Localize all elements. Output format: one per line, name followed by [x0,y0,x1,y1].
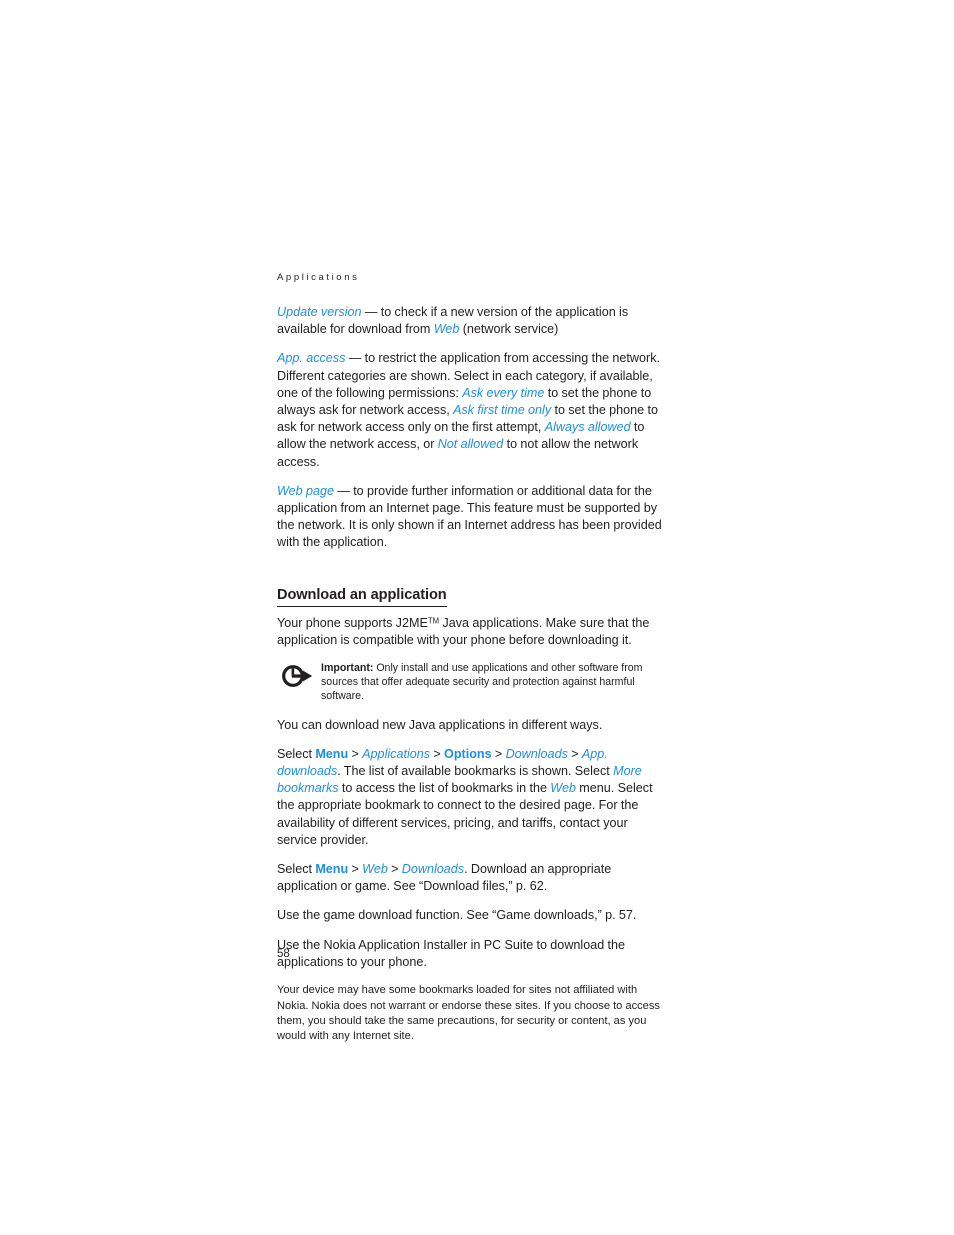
dash: — [333,483,354,498]
trademark-symbol: TM [427,616,440,626]
paragraph-download-ways: You can download new Java applications i… [277,717,603,732]
term-app-access: App. access [277,351,346,366]
menu-item-downloads: Downloads [505,746,568,761]
paragraph-web-page: Web page — to provide further informatio… [277,483,667,552]
document-page: Applications Update version — to check i… [0,0,954,1235]
option-always-allowed: Always allowed [544,420,631,435]
separator: > [491,746,506,761]
term-update-version: Update version [277,305,362,319]
menu-item-web: Web [362,862,388,877]
text: to access the list of bookmarks in the [338,781,551,796]
paragraph-update-version: Update version — to check if a new versi… [277,304,667,338]
paragraph-j2me-support: Your phone supports J2METM Java applicat… [277,615,667,649]
text: (network service) [459,322,559,337]
important-note: Important: Only install and use applicat… [277,661,667,704]
menu-item-menu: Menu [315,746,349,761]
option-ask-first-time-only: Ask first time only [453,403,552,418]
paragraph-bookmark-disclaimer: Your device may have some bookmarks load… [277,984,660,1043]
term-web-page: Web page [277,483,334,498]
option-not-allowed: Not allowed [437,437,504,452]
text: Your phone supports J2ME [277,615,428,630]
option-ask-every-time: Ask every time [462,385,545,400]
menu-item-options: Options [444,746,492,761]
text: . The list of available bookmarks is sho… [337,764,614,779]
separator: > [387,862,402,877]
running-header: Applications [277,272,360,283]
separator: > [348,746,363,761]
dash: — [361,305,381,319]
paragraph-select-web-path: Select Menu > Web > Downloads. Download … [277,861,667,895]
text: Select [277,746,316,761]
section-heading-wrapper: Download an application [277,564,667,615]
term-web: Web [433,322,460,337]
paragraph-select-applications-path: Select Menu > Applications > Options > D… [277,746,667,849]
important-note-label: Important: [321,662,374,675]
page-number: 58 [277,948,290,960]
separator: > [430,746,445,761]
important-note-icon [281,664,313,688]
menu-item-applications: Applications [362,746,431,761]
section-heading-download-an-application: Download an application [277,586,447,607]
important-note-text: Important: Only install and use applicat… [321,661,667,704]
paragraph-pc-suite: Use the Nokia Application Installer in P… [277,937,626,969]
text: Select [277,862,316,877]
menu-item-menu: Menu [315,862,349,877]
dash: — [345,351,365,366]
text-column: Applications Update version — to check i… [277,272,667,1055]
paragraph-game-download: Use the game download function. See “Gam… [277,908,637,923]
separator: > [348,862,363,877]
paragraph-app-access: App. access — to restrict the applicatio… [277,350,667,470]
menu-item-web: Web [550,781,576,796]
menu-item-downloads: Downloads [401,862,465,877]
separator: > [567,746,582,761]
